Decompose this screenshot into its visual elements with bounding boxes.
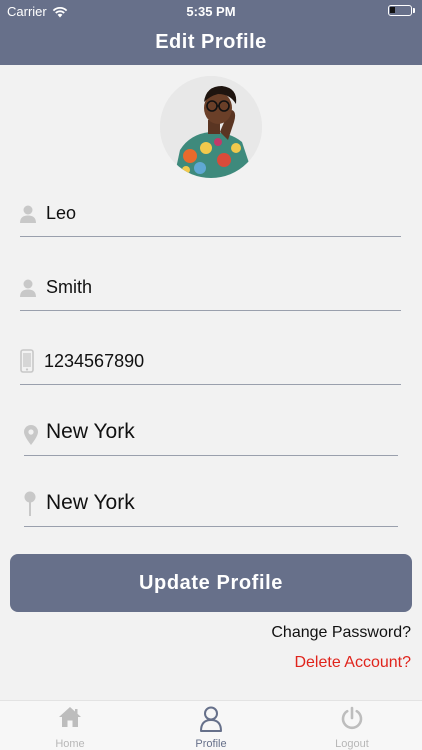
- last-name-value: Smith: [46, 277, 93, 297]
- phone-icon: [20, 349, 34, 373]
- state-value: New York: [46, 491, 135, 514]
- tab-profile[interactable]: Profile: [141, 701, 281, 750]
- last-name-field[interactable]: Smith: [20, 271, 401, 311]
- person-icon: [20, 279, 36, 297]
- page-title: Edit Profile: [155, 31, 267, 53]
- tab-home[interactable]: Home: [0, 701, 140, 750]
- delete-account-link[interactable]: Delete Account?: [294, 654, 411, 672]
- home-icon: [59, 707, 81, 727]
- phone-value: 1234567890: [44, 351, 145, 371]
- status-bar: Carrier 5:35 PM: [0, 0, 422, 22]
- state-field[interactable]: New York: [24, 487, 398, 527]
- person-icon: [20, 205, 36, 223]
- avatar[interactable]: [160, 76, 262, 178]
- change-password-link[interactable]: Change Password?: [271, 624, 411, 642]
- tab-home-label: Home: [55, 738, 85, 750]
- tab-logout-label: Logout: [335, 738, 369, 750]
- navigation-header: Carrier 5:35 PM Edit Profile: [0, 0, 422, 65]
- first-name-value: Leo: [46, 203, 77, 223]
- status-time: 5:35 PM: [186, 4, 236, 19]
- city-field[interactable]: New York: [24, 416, 398, 456]
- first-name-field[interactable]: Leo: [20, 197, 401, 237]
- profile-icon: [200, 706, 222, 732]
- city-value: New York: [46, 420, 135, 443]
- profile-photo: [160, 76, 262, 178]
- power-icon: [341, 706, 363, 730]
- battery-icon: [388, 5, 415, 16]
- tab-bar: Home Profile Logout: [0, 700, 422, 750]
- update-profile-button[interactable]: Update Profile: [10, 554, 412, 612]
- phone-field[interactable]: 1234567890: [20, 345, 401, 385]
- tab-logout[interactable]: Logout: [282, 701, 422, 750]
- location-pin-icon: [24, 425, 38, 445]
- map-pin-icon: [24, 491, 36, 516]
- tab-profile-label: Profile: [195, 738, 227, 750]
